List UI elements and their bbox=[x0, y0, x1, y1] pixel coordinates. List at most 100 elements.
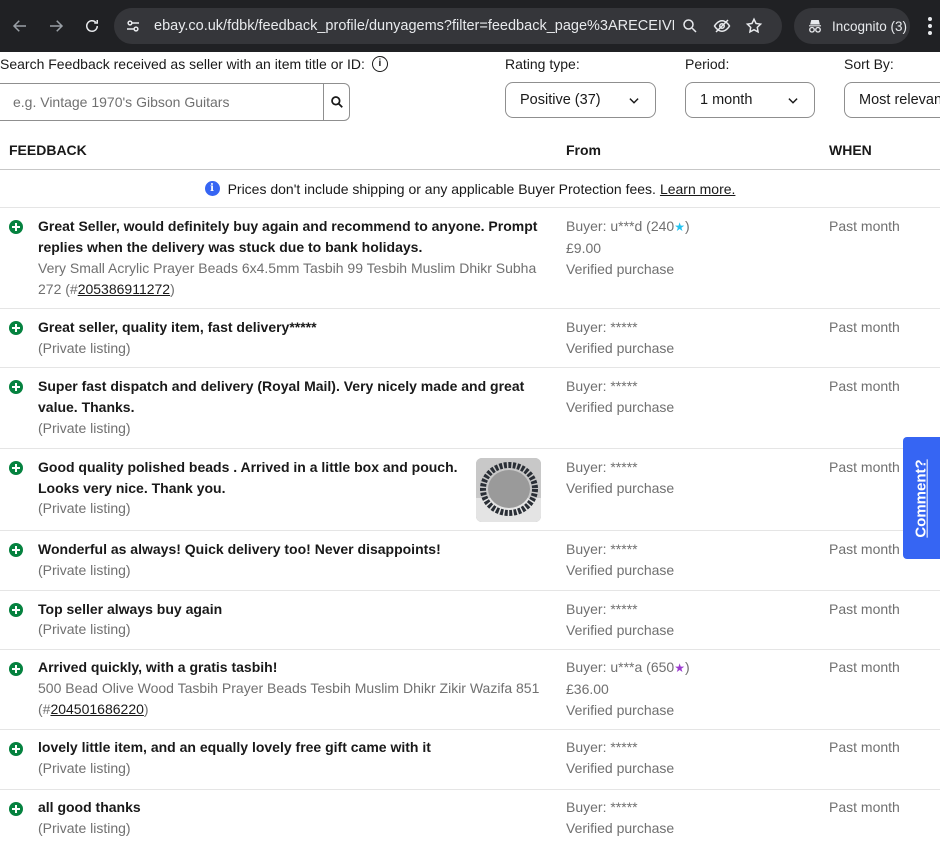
learn-more-link[interactable]: Learn more. bbox=[660, 181, 735, 197]
buyer-info: Buyer: ***** Verified purchase bbox=[566, 599, 674, 641]
buyer-name[interactable]: Buyer: u***a (650 bbox=[566, 659, 674, 675]
buyer-name: Buyer: ***** bbox=[566, 541, 638, 557]
verified-purchase: Verified purchase bbox=[566, 480, 675, 496]
feedback-star-icon: ★ bbox=[674, 661, 685, 675]
feedback-comment: Top seller always buy again bbox=[38, 601, 223, 617]
feedback-comment: Good quality polished beads . Arrived in… bbox=[38, 459, 458, 496]
feedback-photo[interactable] bbox=[476, 458, 541, 522]
site-settings-icon[interactable] bbox=[118, 11, 148, 41]
buyer-name[interactable]: Buyer: u***d (240 bbox=[566, 218, 674, 234]
table-row: Super fast dispatch and delivery (Royal … bbox=[0, 368, 940, 449]
item-title: Very Small Acrylic Prayer Beads 6x4.5mm … bbox=[38, 260, 537, 297]
bookmark-star-icon[interactable] bbox=[738, 10, 770, 42]
sort-by-select[interactable]: Most relevant bbox=[844, 82, 940, 118]
period-select[interactable]: 1 month bbox=[685, 82, 815, 118]
verified-purchase: Verified purchase bbox=[566, 702, 675, 718]
search-icon bbox=[330, 96, 343, 108]
header-from: From bbox=[566, 142, 601, 158]
search-label: Search Feedback received as seller with … bbox=[0, 56, 388, 72]
positive-rating-icon bbox=[9, 742, 23, 756]
reload-button[interactable] bbox=[74, 8, 110, 44]
positive-rating-icon bbox=[9, 543, 23, 557]
feedback-comment: Great Seller, would definitely buy again… bbox=[38, 218, 538, 255]
feedback-when: Past month bbox=[829, 378, 900, 394]
item-private-listing: (Private listing) bbox=[38, 562, 131, 578]
item-private-listing: (Private listing) bbox=[38, 621, 131, 637]
eye-off-icon[interactable] bbox=[706, 10, 738, 42]
verified-purchase: Verified purchase bbox=[566, 622, 675, 638]
buyer-info: Buyer: ***** Verified purchase bbox=[566, 539, 674, 581]
rating-type-value: Positive (37) bbox=[520, 92, 601, 108]
table-row: lovely little item, and an equally lovel… bbox=[0, 730, 940, 790]
table-row: all good thanks (Private listing) Buyer:… bbox=[0, 790, 940, 846]
item-price: £9.00 bbox=[566, 240, 602, 256]
sort-by-value: Most relevant bbox=[859, 92, 940, 108]
address-bar[interactable]: ebay.co.uk/fdbk/feedback_profile/dunyage… bbox=[114, 8, 782, 44]
buyer-name: Buyer: ***** bbox=[566, 459, 638, 475]
feedback-table-header: FEEDBACK From WHEN bbox=[0, 130, 940, 170]
chevron-down-icon bbox=[629, 98, 639, 104]
browser-toolbar: ebay.co.uk/fdbk/feedback_profile/dunyage… bbox=[0, 0, 940, 52]
feedback-when: Past month bbox=[829, 319, 900, 335]
url-text[interactable]: ebay.co.uk/fdbk/feedback_profile/dunyage… bbox=[154, 18, 674, 34]
feedback-when: Past month bbox=[829, 601, 900, 617]
rating-type-label: Rating type: bbox=[505, 56, 580, 72]
table-row: Great Seller, would definitely buy again… bbox=[0, 208, 940, 309]
table-row: Great seller, quality item, fast deliver… bbox=[0, 309, 940, 368]
arrow-left-icon bbox=[12, 20, 26, 32]
feedback-when: Past month bbox=[829, 541, 900, 557]
reload-icon bbox=[86, 20, 98, 32]
chevron-down-icon bbox=[788, 98, 798, 104]
search-button[interactable] bbox=[323, 84, 349, 120]
feedback-comment: Wonderful as always! Quick delivery too!… bbox=[38, 541, 441, 557]
item-id-link[interactable]: 204501686220 bbox=[50, 701, 143, 717]
sort-by-label: Sort By: bbox=[844, 56, 894, 72]
arrow-right-icon bbox=[50, 20, 64, 32]
positive-rating-icon bbox=[9, 380, 23, 394]
positive-rating-icon bbox=[9, 802, 23, 816]
item-title: 500 Bead Olive Wood Tasbih Prayer Beads … bbox=[38, 680, 540, 717]
feedback-when: Past month bbox=[829, 659, 900, 675]
table-row: Top seller always buy again (Private lis… bbox=[0, 591, 940, 650]
buyer-info: Buyer: u***a (650★) £36.00 Verified purc… bbox=[566, 657, 690, 721]
info-icon[interactable]: i bbox=[371, 56, 388, 72]
feedback-comment: Super fast dispatch and delivery (Royal … bbox=[38, 378, 525, 415]
positive-rating-icon bbox=[9, 603, 23, 617]
back-button[interactable] bbox=[2, 8, 38, 44]
search-label-text: Search Feedback received as seller with … bbox=[0, 56, 365, 72]
item-private-listing: (Private listing) bbox=[38, 340, 131, 356]
item-private-listing: (Private listing) bbox=[38, 760, 131, 776]
feedback-comment: Arrived quickly, with a gratis tasbih! bbox=[38, 659, 278, 675]
verified-purchase: Verified purchase bbox=[566, 340, 675, 356]
buyer-name: Buyer: ***** bbox=[566, 799, 638, 815]
item-id-link[interactable]: 205386911272 bbox=[78, 281, 170, 297]
positive-rating-icon bbox=[9, 220, 23, 234]
item-private-listing: (Private listing) bbox=[38, 420, 131, 436]
period-value: 1 month bbox=[700, 92, 753, 108]
prayer-beads-image bbox=[476, 458, 541, 522]
buyer-info: Buyer: ***** Verified purchase bbox=[566, 376, 674, 418]
verified-purchase: Verified purchase bbox=[566, 820, 675, 836]
item-title-text: 500 Bead Olive Wood Tasbih Prayer Beads … bbox=[38, 680, 540, 696]
buyer-line: Buyer: u***a (650★) bbox=[566, 659, 690, 675]
buyer-info: Buyer: ***** Verified purchase bbox=[566, 797, 674, 839]
comment-feedback-tab[interactable]: Comment? bbox=[903, 437, 940, 559]
buyer-info: Buyer: ***** Verified purchase bbox=[566, 457, 674, 499]
buyer-name: Buyer: ***** bbox=[566, 601, 638, 617]
zoom-icon[interactable] bbox=[674, 10, 706, 42]
more-menu-icon[interactable] bbox=[920, 14, 940, 38]
incognito-badge[interactable]: Incognito (3) bbox=[794, 8, 910, 44]
incognito-icon bbox=[809, 20, 821, 33]
item-price: £36.00 bbox=[566, 681, 609, 697]
header-when: WHEN bbox=[829, 142, 872, 158]
feedback-search bbox=[0, 83, 350, 121]
buyer-name: Buyer: ***** bbox=[566, 739, 638, 755]
rating-type-select[interactable]: Positive (37) bbox=[505, 82, 656, 118]
search-input[interactable] bbox=[0, 84, 323, 120]
item-private-listing: (Private listing) bbox=[38, 500, 131, 516]
buyer-info: Buyer: ***** Verified purchase bbox=[566, 317, 674, 359]
info-icon: i bbox=[204, 181, 220, 196]
feedback-comment: Great seller, quality item, fast deliver… bbox=[38, 319, 317, 335]
forward-button[interactable] bbox=[38, 8, 74, 44]
notice-text: Prices don't include shipping or any app… bbox=[227, 180, 656, 197]
